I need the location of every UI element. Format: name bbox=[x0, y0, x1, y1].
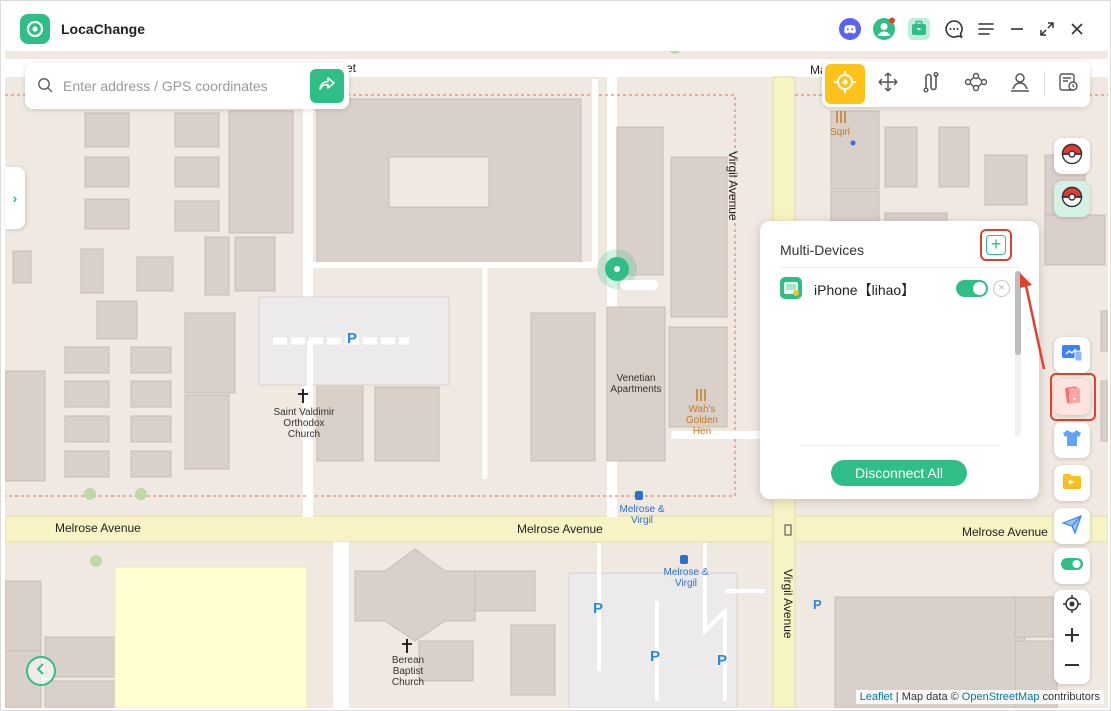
map-data-text: | Map data © bbox=[895, 691, 959, 703]
app-title: LocaChange bbox=[61, 21, 146, 37]
device-name: iPhone【lihao】 bbox=[814, 282, 916, 298]
devices-icon bbox=[1061, 384, 1083, 411]
app-logo-icon bbox=[20, 14, 50, 44]
close-icon[interactable] bbox=[1065, 17, 1089, 41]
disconnect-all-button[interactable]: Disconnect All bbox=[831, 460, 967, 486]
map-attribution: Leaflet | Map data © OpenStreetMap contr… bbox=[855, 690, 1104, 704]
jump-mode-button[interactable] bbox=[1000, 64, 1040, 104]
remove-device-button[interactable]: × bbox=[993, 280, 1010, 297]
chevron-left-icon bbox=[34, 662, 48, 681]
share-arrow-icon bbox=[318, 75, 336, 98]
panel-title: Multi-Devices bbox=[780, 242, 865, 258]
person-pin-icon bbox=[1009, 71, 1031, 98]
history-icon bbox=[1057, 71, 1079, 98]
melrose-avenue-label-2: Melrose Avenue bbox=[517, 522, 603, 536]
device-row: iPhone【lihao】 × bbox=[780, 277, 1012, 301]
discord-icon[interactable] bbox=[838, 17, 862, 41]
search-input[interactable] bbox=[63, 75, 303, 97]
history-button[interactable] bbox=[1048, 64, 1088, 104]
search-bar bbox=[25, 63, 349, 109]
osm-link[interactable]: OpenStreetMap bbox=[962, 691, 1040, 703]
screen-mirror-button[interactable] bbox=[1054, 337, 1090, 373]
app-window: LocaChange Melrose Avenue Melrose Avenue… bbox=[0, 0, 1111, 711]
minimize-icon[interactable] bbox=[1005, 17, 1029, 41]
fullscreen-icon[interactable] bbox=[1035, 17, 1059, 41]
crosshair-icon bbox=[833, 70, 857, 99]
move-arrows-icon bbox=[877, 71, 899, 98]
title-bar: LocaChange bbox=[1, 1, 1110, 51]
paper-plane-icon bbox=[1061, 513, 1083, 540]
go-button[interactable] bbox=[310, 69, 344, 103]
leaflet-link[interactable]: Leaflet bbox=[860, 691, 893, 703]
tshirt-icon bbox=[1061, 427, 1083, 454]
toolbox-icon[interactable] bbox=[907, 17, 931, 41]
joystick-mode-button[interactable] bbox=[868, 64, 908, 104]
parking-label: P bbox=[347, 330, 358, 347]
zoom-out-button[interactable] bbox=[1054, 652, 1090, 682]
toolbar-divider bbox=[1044, 71, 1045, 97]
user-account-icon[interactable] bbox=[872, 17, 896, 41]
multi-device-button[interactable] bbox=[1054, 379, 1090, 415]
melrose-avenue-label: Melrose Avenue bbox=[55, 521, 141, 535]
melrose-virgil-label: Melrose & Virgil bbox=[619, 504, 665, 526]
multi-devices-panel: Multi-Devices + iPhone【lihao】 × Disconne… bbox=[760, 221, 1039, 499]
panel-scrollbar[interactable] bbox=[1015, 271, 1021, 436]
two-spot-mode-button[interactable] bbox=[912, 64, 952, 104]
phone-device-icon bbox=[780, 277, 802, 299]
back-button[interactable] bbox=[26, 656, 56, 686]
parking-label-5: P bbox=[813, 597, 822, 612]
panel-divider-bottom bbox=[800, 445, 1000, 446]
plus-square-icon: + bbox=[986, 235, 1006, 255]
multi-spot-mode-button[interactable] bbox=[956, 64, 996, 104]
melrose-avenue-label-3: Melrose Avenue bbox=[962, 525, 1048, 539]
sqirl-label: Sqirl bbox=[829, 127, 850, 138]
contributors-text: contributors bbox=[1042, 691, 1100, 703]
parking-label-4: P bbox=[717, 652, 728, 669]
venetian-label: Venetian Apartments bbox=[610, 373, 662, 395]
zoom-controls bbox=[1054, 590, 1090, 684]
multi-stop-icon bbox=[964, 71, 988, 98]
saint-valdimir-label: Saint Valdimir Orthodox Church bbox=[273, 407, 335, 440]
locate-me-button[interactable] bbox=[1054, 592, 1090, 622]
chevron-right-icon: › bbox=[12, 190, 18, 206]
add-device-button[interactable]: + bbox=[980, 229, 1012, 261]
pokeball-icon bbox=[1061, 186, 1083, 213]
monitor-icon bbox=[1060, 342, 1084, 369]
tshirt-button[interactable] bbox=[1054, 422, 1090, 458]
pokeball-button[interactable] bbox=[1054, 138, 1090, 174]
toggle-mode-button[interactable] bbox=[1054, 548, 1090, 584]
pokeball-icon bbox=[1061, 143, 1083, 170]
melrose-virgil-label-2: Melrose & Virgil bbox=[663, 567, 709, 589]
virgil-avenue-label: Virgil Avenue bbox=[726, 151, 740, 221]
folder-import-icon bbox=[1061, 470, 1083, 497]
toggle-switch-icon bbox=[1060, 556, 1084, 577]
pokeball-auto-button[interactable] bbox=[1054, 181, 1090, 217]
panel-divider bbox=[780, 267, 1020, 268]
mode-toolbar bbox=[822, 61, 1090, 107]
locate-target-icon bbox=[1062, 594, 1082, 620]
menu-icon[interactable] bbox=[974, 17, 998, 41]
route-icon bbox=[921, 71, 943, 98]
wahs-label: Wah's Golden Hen bbox=[685, 404, 719, 437]
import-file-button[interactable] bbox=[1054, 465, 1090, 501]
feedback-chat-icon[interactable] bbox=[942, 17, 966, 41]
zoom-in-button[interactable] bbox=[1054, 622, 1090, 652]
plus-icon bbox=[1063, 624, 1081, 650]
scrollbar-thumb[interactable] bbox=[1015, 271, 1021, 355]
parking-label-2: P bbox=[593, 600, 604, 617]
expand-sidebar-button[interactable]: › bbox=[5, 167, 25, 229]
parking-label-3: P bbox=[650, 648, 661, 665]
virgil-avenue-label-2: Virgil Avenue bbox=[781, 569, 795, 639]
send-location-button[interactable] bbox=[1054, 508, 1090, 544]
berean-label: Berean Baptist Church bbox=[391, 655, 425, 688]
teleport-mode-button[interactable] bbox=[825, 64, 865, 104]
search-icon bbox=[37, 77, 54, 99]
minus-icon bbox=[1063, 654, 1081, 680]
device-toggle[interactable] bbox=[956, 280, 988, 297]
